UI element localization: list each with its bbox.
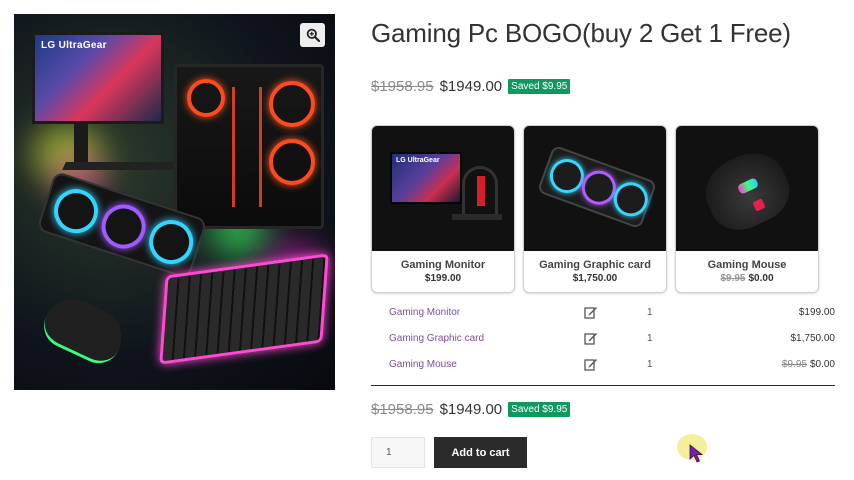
mouse-pointer-icon	[689, 444, 704, 463]
monitor-illustration: LG UltraGear	[32, 32, 164, 124]
table-row: Gaming Monitor 1 $199.00	[371, 300, 835, 326]
item-price: $9.95 $0.00	[782, 359, 835, 370]
bundle-items-table: Gaming Monitor 1 $199.00 Gaming Graphic …	[371, 300, 835, 378]
add-to-cart-button[interactable]: Add to cart	[434, 437, 527, 468]
item-link[interactable]: Gaming Mouse	[389, 359, 457, 370]
monitor-base	[62, 162, 176, 170]
divider	[371, 385, 835, 386]
product-card-gaming-monitor[interactable]: LG UltraGear Gaming Monitor $199.00	[371, 125, 515, 293]
gpu-fan	[143, 214, 199, 270]
item-quantity: 1	[647, 359, 653, 370]
saved-badge: Saved $9.95	[508, 79, 571, 94]
edit-icon[interactable]	[584, 331, 598, 345]
case-fan	[269, 81, 315, 127]
card-title[interactable]: Gaming Mouse	[708, 259, 787, 271]
sale-price: $1949.00	[439, 78, 503, 95]
table-row: Gaming Mouse 1 $9.95 $0.00	[371, 352, 835, 378]
product-main-image[interactable]: LG UltraGear	[14, 14, 335, 390]
table-row: Gaming Graphic card 1 $1,750.00	[371, 326, 835, 352]
item-link[interactable]: Gaming Monitor	[389, 307, 460, 318]
monitor-stand	[74, 124, 88, 164]
monitor-brand-logo: LG UltraGear	[41, 40, 107, 51]
monitor-accent	[477, 176, 485, 206]
product-card-gaming-mouse[interactable]: Gaming Mouse $9.95 $0.00	[675, 125, 819, 293]
item-current-price: $199.00	[798, 307, 835, 318]
edit-icon[interactable]	[584, 305, 598, 319]
card-title[interactable]: Gaming Graphic card	[539, 259, 651, 271]
card-image[interactable]: LG UltraGear	[372, 126, 514, 251]
price-summary-top: $1958.95 $1949.00 Saved $9.95	[371, 78, 571, 95]
card-image[interactable]	[524, 126, 666, 251]
price-summary-bottom: $1958.95 $1949.00 Saved $9.95	[371, 401, 571, 418]
card-price: $1,750.00	[573, 273, 618, 284]
product-card-gaming-graphic-card[interactable]: Gaming Graphic card $1,750.00	[523, 125, 667, 293]
edit-icon[interactable]	[584, 357, 598, 371]
item-current-price: $1,750.00	[790, 333, 836, 344]
gpu-fan	[48, 183, 104, 239]
mouse-illustration	[36, 289, 132, 371]
case-fan	[187, 79, 225, 117]
item-price: $1,750.00	[791, 333, 836, 344]
monitor-brand-logo: LG UltraGear	[396, 157, 440, 164]
gpu-illustration	[536, 144, 658, 230]
card-current-price: $0.00	[748, 273, 774, 284]
card-price: $199.00	[425, 273, 461, 284]
card-original-price: $9.95	[720, 273, 746, 284]
item-original-price: $9.95	[781, 359, 807, 370]
card-current-price: $1,750.00	[572, 273, 618, 284]
case-fan	[269, 139, 315, 185]
zoom-in-icon	[306, 28, 320, 42]
card-price: $9.95 $0.00	[720, 273, 773, 284]
quantity-input[interactable]	[371, 437, 425, 468]
monitor-screen: LG UltraGear	[390, 152, 462, 204]
bundle-product-cards: LG UltraGear Gaming Monitor $199.00 Gami…	[371, 125, 819, 293]
zoom-button[interactable]	[300, 23, 325, 47]
gpu-fan	[95, 198, 152, 255]
card-image[interactable]	[676, 126, 818, 251]
product-title: Gaming Pc BOGO(buy 2 Get 1 Free)	[371, 18, 791, 48]
card-current-price: $199.00	[424, 273, 462, 284]
item-current-price: $0.00	[809, 359, 835, 370]
monitor-base	[452, 214, 502, 220]
item-link[interactable]: Gaming Graphic card	[389, 333, 484, 344]
case-rgb-rail	[232, 87, 262, 207]
saved-badge: Saved $9.95	[508, 402, 571, 417]
item-quantity: 1	[647, 307, 653, 318]
card-title[interactable]: Gaming Monitor	[401, 259, 485, 271]
sale-price: $1949.00	[439, 401, 503, 418]
original-price: $1958.95	[371, 78, 434, 95]
pc-case-illustration	[174, 64, 324, 229]
original-price: $1958.95	[371, 401, 434, 418]
item-price: $199.00	[799, 307, 835, 318]
item-quantity: 1	[647, 333, 653, 344]
